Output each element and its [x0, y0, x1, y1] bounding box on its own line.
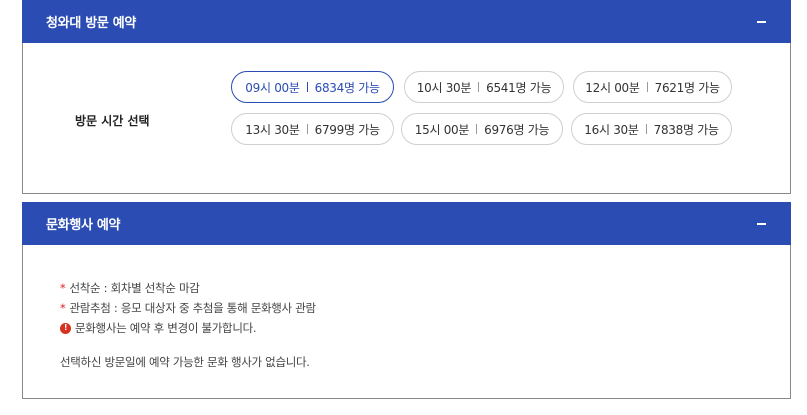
- slot-availability: 6799명 가능: [314, 122, 380, 137]
- time-slot-1030[interactable]: 10시 30분 6541명 가능: [404, 71, 564, 103]
- time-slot-0900[interactable]: 09시 00분 6834명 가능: [231, 71, 394, 103]
- note-text: 문화행사는 예약 후 변경이 불가합니다.: [75, 321, 257, 335]
- no-events-message: 선택하신 방문일에 예약 가능한 문화 행사가 없습니다.: [60, 355, 310, 369]
- visit-reservation-header[interactable]: 청와대 방문 예약: [22, 0, 791, 43]
- slot-time: 13시 30분: [245, 122, 300, 137]
- minus-icon[interactable]: [753, 216, 769, 232]
- slot-time: 16시 30분: [584, 122, 639, 137]
- visit-reservation-body: 방문 시간 선택 09시 00분 6834명 가능 10시 30분 6541명 가능…: [22, 43, 791, 194]
- cultural-event-body: * 선착순 : 회차별 선착순 마감 * 관람추첨 : 응모 대상자 중 추첨을…: [22, 245, 791, 399]
- asterisk-marker: *: [60, 301, 66, 315]
- note-first-come: * 선착순 : 회차별 선착순 마감: [60, 278, 316, 298]
- note-no-change: ! 문화행사는 예약 후 변경이 불가합니다.: [60, 318, 316, 338]
- visit-time-label: 방문 시간 선택: [75, 114, 150, 128]
- slot-availability: 7838명 가능: [653, 122, 719, 137]
- note-text: 관람추첨 : 응모 대상자 중 추첨을 통해 문화행사 관람: [69, 301, 316, 315]
- slot-time: 12시 00분: [585, 80, 640, 95]
- asterisk-marker: *: [60, 281, 66, 295]
- slot-availability: 6834명 가능: [314, 80, 380, 95]
- minus-icon[interactable]: [753, 14, 769, 30]
- note-lottery: * 관람추첨 : 응모 대상자 중 추첨을 통해 문화행사 관람: [60, 298, 316, 318]
- time-slot-1630[interactable]: 16시 30분 7838명 가능: [571, 113, 732, 145]
- slot-time: 09시 00분: [245, 80, 300, 95]
- note-text: 선착순 : 회차별 선착순 마감: [69, 281, 200, 295]
- time-slot-1330[interactable]: 13시 30분 6799명 가능: [231, 113, 394, 145]
- slot-availability: 6541명 가능: [486, 80, 552, 95]
- time-slot-1200[interactable]: 12시 00분 7621명 가능: [573, 71, 732, 103]
- visit-reservation-title: 청와대 방문 예약: [46, 16, 137, 31]
- slot-time: 10시 30분: [416, 80, 472, 95]
- exclamation-icon: !: [60, 322, 71, 334]
- slot-time: 15시 00분: [414, 122, 470, 137]
- slot-availability: 7621명 가능: [654, 80, 720, 95]
- cultural-event-header[interactable]: 문화행사 예약: [22, 202, 791, 245]
- cultural-event-title: 문화행사 예약: [46, 218, 121, 233]
- event-notes: * 선착순 : 회차별 선착순 마감 * 관람추첨 : 응모 대상자 중 추첨을…: [60, 278, 316, 338]
- time-slot-1500[interactable]: 15시 00분 6976명 가능: [401, 113, 563, 145]
- slot-availability: 6976명 가능: [484, 122, 550, 137]
